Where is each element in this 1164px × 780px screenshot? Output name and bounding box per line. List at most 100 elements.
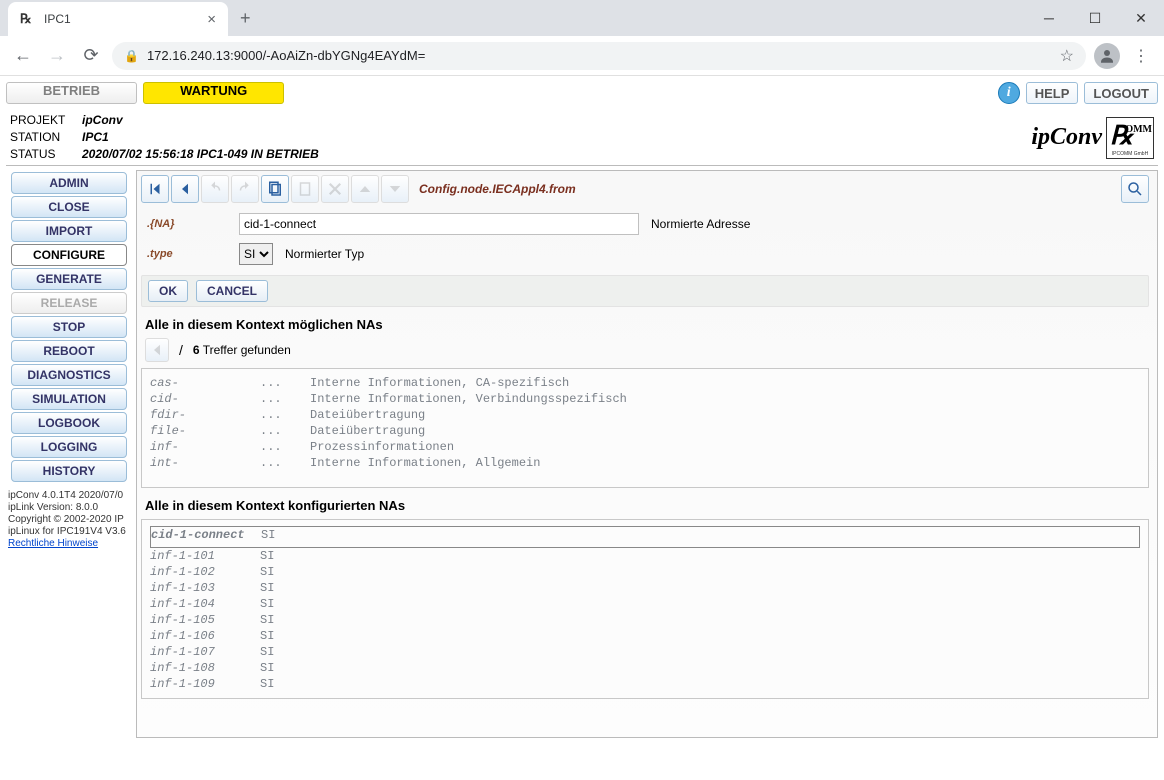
brand-logo-icon: ℞OMMIPCOMM GmbH [1106,117,1154,159]
redo-icon[interactable] [231,175,259,203]
favicon-icon: ℞ [20,11,36,27]
lock-icon: 🔒 [124,49,139,63]
sidebar-item-release[interactable]: RELEASE [11,292,127,314]
close-tab-icon[interactable]: × [207,11,216,28]
na-label: .{NA} [147,218,227,230]
tab-bar: ℞ IPC1 × + ─ ☐ ✕ [0,0,1164,36]
mode-bar: BETRIEB WARTUNG i HELP LOGOUT [6,80,1158,106]
up-icon[interactable] [351,175,379,203]
pager-sep: / [179,342,183,358]
minimize-button[interactable]: ─ [1026,0,1072,36]
maximize-button[interactable]: ☐ [1072,0,1118,36]
list-item[interactable]: int-...Interne Informationen, Allgemein [150,455,1140,471]
brand: ipConv ℞OMMIPCOMM GmbH [1031,117,1154,159]
logout-button[interactable]: LOGOUT [1084,82,1158,104]
address-bar: ← → ⟳ 🔒 172.16.240.13:9000/-AoAiZn-dbYGN… [0,36,1164,76]
list-item[interactable]: file-...Dateiübertragung [150,423,1140,439]
list-item[interactable]: fdir-...Dateiübertragung [150,407,1140,423]
sidebar-item-diagnostics[interactable]: DIAGNOSTICS [11,364,127,386]
type-select[interactable]: SI [239,243,273,265]
sidebar-item-stop[interactable]: STOP [11,316,127,338]
list-item[interactable]: inf-1-103SI [150,580,1140,596]
section1-title: Alle in diesem Kontext möglichen NAs [145,317,1145,332]
reload-button[interactable]: ⟳ [78,43,104,69]
back-button[interactable]: ← [10,43,36,69]
browser-chrome: ℞ IPC1 × + ─ ☐ ✕ ← → ⟳ 🔒 172.16.240.13:9… [0,0,1164,76]
prev-icon[interactable] [171,175,199,203]
footer-line: ipLink Version: 8.0.0 [8,502,130,514]
sidebar-item-logging[interactable]: LOGGING [11,436,127,458]
station-value: IPC1 [82,129,109,146]
info-icon[interactable]: i [998,82,1020,104]
footer-line: ipConv 4.0.1T4 2020/07/0 [8,490,130,502]
status-value: 2020/07/02 15:56:18 IPC1-049 IN BETRIEB [82,146,319,163]
browser-tab[interactable]: ℞ IPC1 × [8,2,228,36]
bookmark-icon[interactable]: ☆ [1060,46,1074,66]
pager-prev-icon[interactable] [145,338,169,362]
projekt-label: PROJEKT [10,112,70,129]
brand-text: ipConv [1031,124,1102,151]
projekt-value: ipConv [82,112,123,129]
list-item[interactable]: inf-1-104SI [150,596,1140,612]
list-item[interactable]: inf-1-108SI [150,660,1140,676]
paste-icon[interactable] [291,175,319,203]
main-layout: ADMINCLOSEIMPORTCONFIGUREGENERATERELEASE… [6,170,1158,738]
mode-wartung-button[interactable]: WARTUNG [143,82,284,104]
url-field[interactable]: 🔒 172.16.240.13:9000/-AoAiZn-dbYGNg4EAYd… [112,42,1086,70]
pager-count: 6 Treffer gefunden [193,343,291,357]
window-controls: ─ ☐ ✕ [1026,0,1164,36]
sidebar: ADMINCLOSEIMPORTCONFIGUREGENERATERELEASE… [6,170,136,738]
sidebar-item-simulation[interactable]: SIMULATION [11,388,127,410]
list-item[interactable]: cas-...Interne Informationen, CA-spezifi… [150,375,1140,391]
sidebar-item-history[interactable]: HISTORY [11,460,127,482]
new-tab-button[interactable]: + [228,8,263,29]
list-item[interactable]: inf-1-105SI [150,612,1140,628]
list-item[interactable]: inf-1-101SI [150,548,1140,564]
type-label: .type [147,248,227,260]
sidebar-item-configure[interactable]: CONFIGURE [11,244,127,266]
list-item[interactable]: inf-...Prozessinformationen [150,439,1140,455]
footer-line: Copyright © 2002-2020 IP [8,514,130,526]
down-icon[interactable] [381,175,409,203]
na-desc: Normierte Adresse [651,217,750,231]
cancel-button[interactable]: CANCEL [196,280,268,302]
list-item[interactable]: inf-1-107SI [150,644,1140,660]
sidebar-item-import[interactable]: IMPORT [11,220,127,242]
section2-title: Alle in diesem Kontext konfigurierten NA… [145,498,1145,513]
mode-betrieb-button[interactable]: BETRIEB [6,82,137,104]
breadcrumb: Config.node.IECAppl4.from [419,182,576,196]
sidebar-item-admin[interactable]: ADMIN [11,172,127,194]
help-button[interactable]: HELP [1026,82,1079,104]
sidebar-item-generate[interactable]: GENERATE [11,268,127,290]
workspace: Config.node.IECAppl4.from .{NA} Normiert… [136,170,1158,738]
copy-icon[interactable] [261,175,289,203]
sidebar-item-close[interactable]: CLOSE [11,196,127,218]
url-text: 172.16.240.13:9000/-AoAiZn-dbYGNg4EAYdM= [147,48,1052,63]
close-window-button[interactable]: ✕ [1118,0,1164,36]
list-item[interactable]: cid-...Interne Informationen, Verbindung… [150,391,1140,407]
list-item[interactable]: inf-1-106SI [150,628,1140,644]
undo-icon[interactable] [201,175,229,203]
search-icon[interactable] [1121,175,1149,203]
pager: / 6 Treffer gefunden [145,338,1145,362]
legal-link[interactable]: Rechtliche Hinweise [8,538,98,549]
ok-button[interactable]: OK [148,280,188,302]
delete-icon[interactable] [321,175,349,203]
sidebar-item-reboot[interactable]: REBOOT [11,340,127,362]
forward-button[interactable]: → [44,43,70,69]
action-row: OK CANCEL [141,275,1149,307]
browser-menu-button[interactable]: ⋮ [1128,46,1154,66]
sidebar-footer: ipConv 4.0.1T4 2020/07/0 ipLink Version:… [6,484,132,556]
first-icon[interactable] [141,175,169,203]
tab-title: IPC1 [44,12,199,26]
list-item[interactable]: inf-1-109SI [150,676,1140,692]
profile-button[interactable] [1094,43,1120,69]
status-label: STATUS [10,146,70,163]
station-label: STATION [10,129,70,146]
footer-line: ipLinux for IPC191V4 V3.6 [8,526,130,538]
status-block: PROJEKT ipConv STATION IPC1 STATUS 2020/07/… [6,106,1158,166]
list-item[interactable]: inf-1-102SI [150,564,1140,580]
sidebar-item-logbook[interactable]: LOGBOOK [11,412,127,434]
list-item[interactable]: cid-1-connectSI [150,526,1140,548]
na-input[interactable] [239,213,639,235]
